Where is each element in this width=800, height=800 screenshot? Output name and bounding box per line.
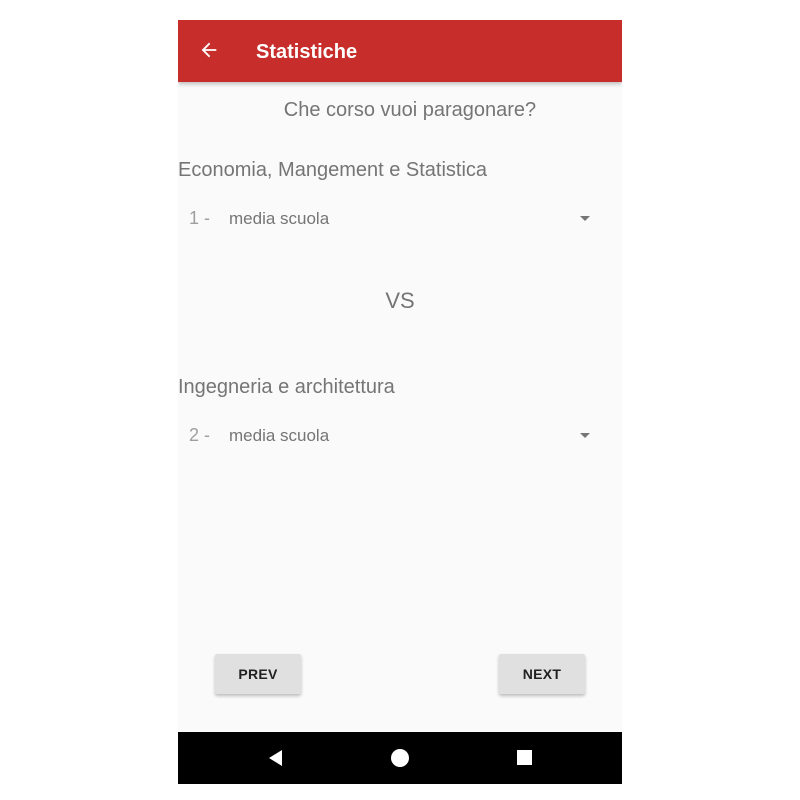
versus-label: VS: [385, 288, 415, 313]
course-1-selected-value: media scuola: [229, 209, 330, 228]
course-1-index: 1 -: [189, 208, 211, 228]
course-2-name: Ingegneria e architettura: [178, 376, 395, 398]
system-nav-bar: [178, 732, 622, 784]
app-bar: Statistiche: [178, 20, 622, 82]
dropdown-arrow-icon: [580, 433, 590, 438]
question-text: Che corso vuoi paragonare?: [283, 99, 537, 121]
course-1-name: Economia, Mangement e Statistica: [178, 159, 488, 181]
nav-recents-icon[interactable]: [517, 750, 532, 765]
course-1-spinner[interactable]: 1 - media scuola: [178, 204, 622, 234]
nav-home-icon[interactable]: [391, 749, 409, 767]
course-2-spinner[interactable]: 2 - media scuola: [178, 421, 622, 451]
page-title: Statistiche: [256, 41, 358, 63]
course-2-index: 2 -: [189, 425, 211, 445]
next-button[interactable]: NEXT: [499, 654, 585, 694]
course-2-selected-value: media scuola: [229, 426, 330, 445]
prev-button[interactable]: PREV: [215, 654, 301, 694]
dropdown-arrow-icon: [580, 216, 590, 221]
nav-back-icon[interactable]: [269, 750, 282, 766]
arrow-left-icon[interactable]: [198, 39, 220, 61]
app-screen: Statistiche Che corso vuoi paragonare? E…: [178, 20, 622, 784]
